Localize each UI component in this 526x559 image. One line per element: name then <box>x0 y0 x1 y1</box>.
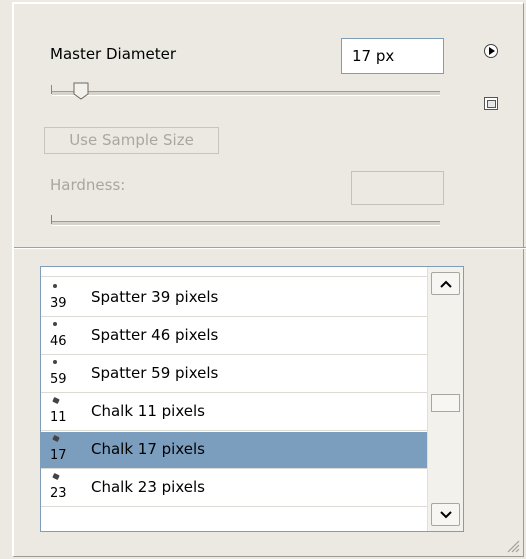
hardness-label: Hardness: <box>50 176 126 194</box>
brush-tip-icon <box>53 284 57 288</box>
master-diameter-input[interactable]: 17 px <box>341 38 444 74</box>
slider-thumb[interactable] <box>72 82 90 100</box>
arrow-up-icon <box>439 280 452 288</box>
brush-list-item[interactable]: 59 Spatter 59 pixels <box>41 356 428 393</box>
brush-size: 17 <box>50 448 67 463</box>
brush-tip-icon <box>53 322 57 326</box>
brush-name: Spatter 39 pixels <box>91 288 219 306</box>
brush-name: Spatter 46 pixels <box>91 326 219 344</box>
brush-name: Chalk 11 pixels <box>91 402 205 420</box>
new-brush-icon[interactable] <box>484 97 498 110</box>
scroll-thumb[interactable] <box>431 394 460 412</box>
brush-name: Spatter 59 pixels <box>91 364 219 382</box>
use-sample-size-button: Use Sample Size <box>44 127 219 154</box>
brush-tip-icon <box>52 396 60 405</box>
brush-size: 27 <box>50 267 67 271</box>
brush-tip-icon <box>53 360 57 364</box>
hardness-input <box>351 171 444 205</box>
brush-list: 27 39 Spatter 39 pixels 46 Spatter 46 pixels… <box>40 266 464 532</box>
brush-list-item[interactable]: 11 Chalk 11 pixels <box>41 394 428 431</box>
resize-grip-icon[interactable] <box>506 539 520 553</box>
vertical-scrollbar[interactable] <box>427 267 463 531</box>
brush-size: 59 <box>50 372 67 387</box>
brush-size: 39 <box>50 296 67 311</box>
master-diameter-slider[interactable] <box>51 85 440 96</box>
master-diameter-label: Master Diameter <box>50 45 177 63</box>
brush-list-item[interactable]: 27 <box>41 267 428 277</box>
arrow-down-icon <box>439 510 452 518</box>
brush-list-item[interactable]: 46 Spatter 46 pixels <box>41 318 428 355</box>
brush-list-item[interactable]: 39 Spatter 39 pixels <box>41 280 428 317</box>
brush-size: 23 <box>50 486 67 501</box>
brush-name: Chalk 17 pixels <box>91 440 205 458</box>
brush-size: 11 <box>50 410 67 425</box>
brush-tip-icon <box>52 472 60 481</box>
panel-divider <box>14 247 526 249</box>
brush-name: Chalk 23 pixels <box>91 478 205 496</box>
brush-list-item[interactable]: 17 Chalk 17 pixels <box>41 432 428 469</box>
brush-list-item[interactable]: 23 Chalk 23 pixels <box>41 470 428 507</box>
brush-tip-icon <box>52 434 60 443</box>
hardness-slider <box>51 215 440 226</box>
scroll-down-button[interactable] <box>431 503 460 526</box>
scroll-up-button[interactable] <box>431 272 460 295</box>
circle-arrow-icon[interactable] <box>484 44 498 58</box>
brush-size: 46 <box>50 334 67 349</box>
